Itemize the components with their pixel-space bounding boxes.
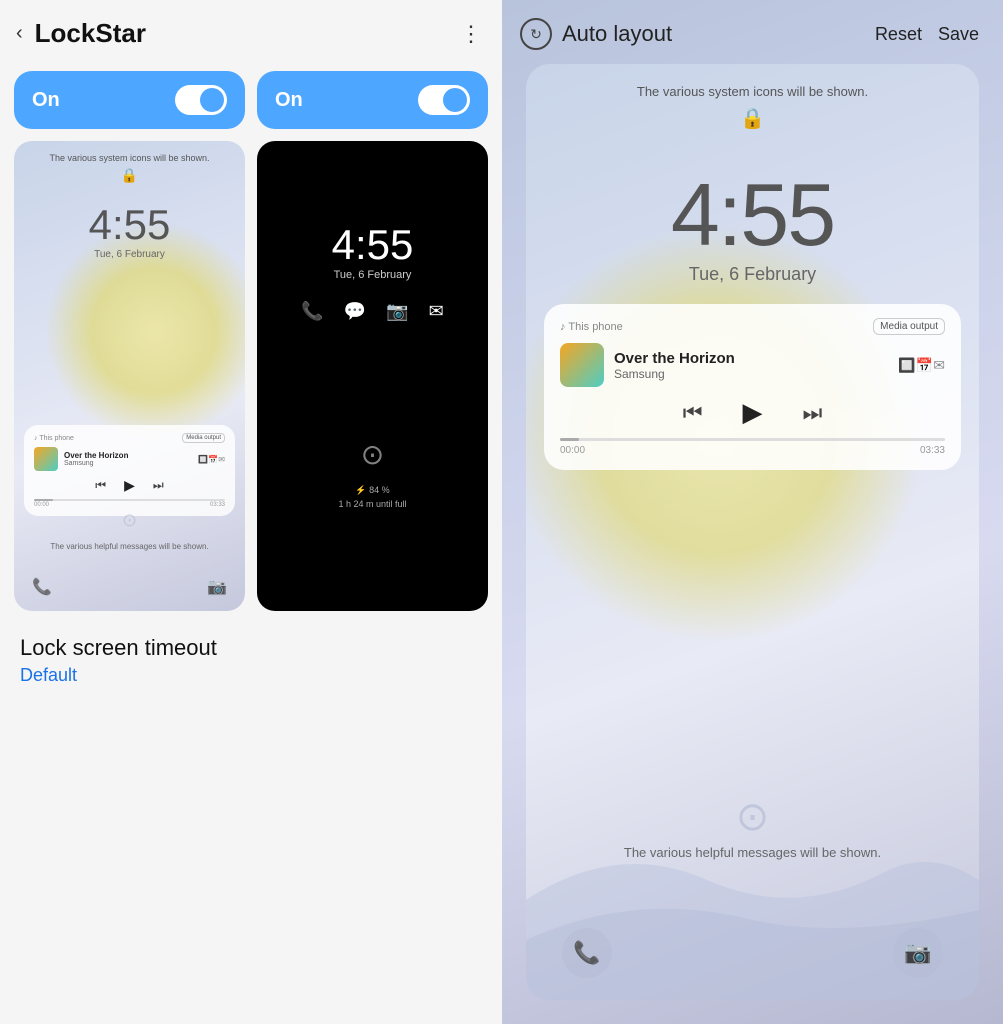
play-btn-light[interactable]: ▶	[124, 477, 135, 494]
mcl-next[interactable]: ⏭	[803, 400, 823, 426]
large-bottom-icons: 📞 📷	[526, 928, 979, 978]
toggle-knob-2	[443, 88, 467, 112]
preview-light-bottom-icons: 📞 📷	[14, 577, 245, 597]
right-header: ↻ Auto layout Reset Save	[502, 0, 1003, 64]
toggle-switch-2[interactable]	[418, 85, 470, 115]
toggle-card-2[interactable]: On	[257, 71, 488, 129]
music-progress-light	[34, 499, 225, 501]
fingerprint-icon-light: ⊙	[122, 510, 137, 531]
timeout-title: Lock screen timeout	[20, 635, 482, 661]
mcl-times: 00:00 03:33	[560, 445, 945, 456]
auto-layout-icon: ↻	[520, 18, 552, 50]
large-top-text: The various system icons will be shown.	[526, 84, 979, 99]
app-header: ‹ LockStar ⋮	[0, 0, 502, 63]
preview-light-date: Tue, 6 February	[14, 249, 245, 260]
music-artist-light: Samsung	[64, 460, 128, 467]
left-panel: ‹ LockStar ⋮ On On The various system ic…	[0, 0, 502, 1024]
toggle-switch-1[interactable]	[175, 85, 227, 115]
preview-light-time: 4:55	[14, 201, 245, 249]
battery-percent: ⚡ 84 %	[257, 484, 488, 498]
preview-dark-date: Tue, 6 February	[257, 269, 488, 281]
page-title: LockStar	[35, 18, 146, 49]
right-header-left: ↻ Auto layout	[520, 18, 672, 50]
fingerprint-icon-large: ⊙	[736, 794, 770, 840]
right-header-actions: Reset Save	[875, 24, 979, 45]
battery-time: 1 h 24 m until full	[257, 498, 488, 512]
toggle-label-2: On	[275, 89, 303, 112]
music-card-large: ♪ This phone Media output Over the Horiz…	[544, 304, 961, 470]
mcl-progress-fill	[560, 438, 579, 441]
reset-button[interactable]: Reset	[875, 24, 922, 45]
mcl-time-end: 03:33	[920, 445, 945, 456]
music-controls-light: ⏮ ▶ ⏭	[34, 477, 225, 494]
dark-icon-phone: 📞	[301, 301, 323, 322]
large-bottom-text: The various helpful messages will be sho…	[526, 845, 979, 860]
lock-icon-light: 🔒	[121, 167, 138, 184]
toggle-row: On On	[0, 63, 502, 141]
mcl-play[interactable]: ▶	[743, 397, 763, 428]
toggle-label-1: On	[32, 89, 60, 112]
header-left: ‹ LockStar	[16, 18, 146, 49]
dark-battery-info: ⚡ 84 % 1 h 24 m until full	[257, 484, 488, 511]
large-time: 4:55	[526, 164, 979, 266]
large-camera-icon: 📷	[893, 928, 943, 978]
mcl-thumb	[560, 343, 604, 387]
mcl-progress-bar	[560, 438, 945, 441]
next-btn-light[interactable]: ⏭	[153, 478, 164, 493]
music-output-light: Media output	[182, 433, 225, 443]
preview-row: The various system icons will be shown. …	[0, 141, 502, 611]
preview-dark[interactable]: 4:55 Tue, 6 February 📞 💬 📷 ✉ ⊙ ⚡ 84 % 1 …	[257, 141, 488, 611]
time-end-light: 03:33	[210, 502, 225, 508]
large-preview[interactable]: The various system icons will be shown. …	[526, 64, 979, 1000]
mcl-artist: Samsung	[614, 367, 735, 381]
music-title-light: Over the Horizon	[64, 451, 128, 460]
large-date: Tue, 6 February	[526, 264, 979, 285]
mcl-source: ♪ This phone	[560, 321, 623, 333]
save-button[interactable]: Save	[938, 24, 979, 45]
dark-quick-icons: 📞 💬 📷 ✉	[257, 301, 488, 322]
preview-light-bottom-text: The various helpful messages will be sho…	[14, 542, 245, 551]
right-header-title: Auto layout	[562, 21, 672, 47]
mcl-icons: 🔲📅✉	[898, 357, 945, 374]
music-thumb-light	[34, 447, 58, 471]
more-icon[interactable]: ⋮	[460, 21, 482, 47]
camera-icon-light: 📷	[207, 577, 227, 597]
preview-light[interactable]: The various system icons will be shown. …	[14, 141, 245, 611]
dark-icon-mail: ✉	[429, 301, 444, 322]
toggle-card-1[interactable]: On	[14, 71, 245, 129]
music-times-light: 00:00 03:33	[34, 502, 225, 508]
music-progress-fill-light	[34, 499, 53, 501]
phone-icon-light: 📞	[32, 577, 52, 597]
lock-icon-large: 🔒	[740, 106, 765, 131]
dark-icon-msg: 💬	[344, 301, 366, 322]
preview-light-top-text: The various system icons will be shown.	[14, 153, 245, 163]
music-card-light: ♪ This phone Media output Over the Horiz…	[24, 425, 235, 516]
dark-icon-cam: 📷	[386, 301, 408, 322]
mcl-output-btn: Media output	[873, 318, 945, 335]
large-phone-icon: 📞	[562, 928, 612, 978]
preview-dark-time: 4:55	[257, 221, 488, 269]
timeout-section[interactable]: Lock screen timeout Default	[0, 611, 502, 698]
music-icons-light: 🔲📅✉	[198, 455, 225, 464]
toggle-knob-1	[200, 88, 224, 112]
mcl-time-start: 00:00	[560, 445, 585, 456]
mcl-title: Over the Horizon	[614, 350, 735, 367]
fingerprint-icon-dark: ⊙	[361, 438, 384, 471]
right-panel: ↻ Auto layout Reset Save The various sys…	[502, 0, 1003, 1024]
mcl-controls: ⏮ ▶ ⏭	[560, 397, 945, 428]
music-source-light: ♪ This phone	[34, 435, 74, 442]
timeout-default: Default	[20, 665, 482, 686]
time-start-light: 00:00	[34, 502, 49, 508]
prev-btn-light[interactable]: ⏮	[95, 478, 106, 493]
mcl-prev[interactable]: ⏮	[683, 400, 703, 426]
back-icon[interactable]: ‹	[16, 22, 23, 45]
